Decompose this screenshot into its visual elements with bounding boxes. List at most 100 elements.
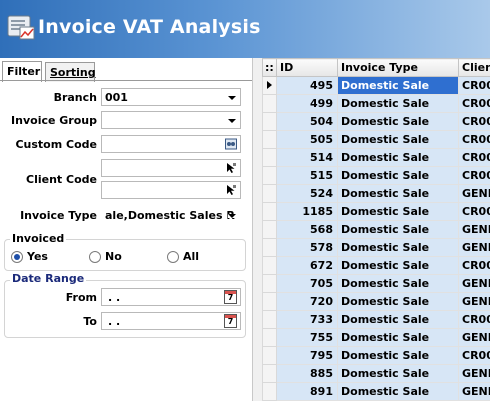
row-indicator[interactable] — [262, 184, 277, 203]
row-indicator[interactable] — [262, 112, 277, 131]
row-indicator[interactable] — [262, 256, 277, 275]
table-row[interactable]: 720Domestic SaleGENE — [262, 292, 490, 311]
invoice-group-select[interactable] — [101, 111, 241, 129]
cell-id[interactable]: 504 — [276, 112, 338, 131]
cell-invoice-type[interactable]: Domestic Sale — [337, 94, 459, 113]
table-row[interactable]: 795Domestic SaleCR00 — [262, 346, 490, 365]
cell-id[interactable]: 795 — [276, 346, 338, 365]
row-indicator[interactable] — [262, 364, 277, 383]
chevron-down-icon[interactable] — [228, 96, 236, 100]
cell-invoice-type[interactable]: Domestic Sale — [337, 148, 459, 167]
cell-id[interactable]: 505 — [276, 130, 338, 149]
cell-invoice-type[interactable]: Domestic Sale — [337, 184, 459, 203]
cell-client[interactable]: CR00 — [458, 310, 490, 329]
cell-invoice-type[interactable]: Domestic Sale — [337, 202, 459, 221]
row-indicator[interactable] — [262, 346, 277, 365]
table-row[interactable]: 733Domestic SaleCR00 — [262, 310, 490, 329]
cell-client[interactable]: GENE — [458, 184, 490, 203]
cell-invoice-type[interactable]: Domestic Sale — [337, 382, 459, 401]
table-row[interactable]: 891Domestic SaleGENE — [262, 382, 490, 401]
cell-client[interactable]: GENE — [458, 364, 490, 383]
cell-id[interactable]: 891 — [276, 382, 338, 401]
cell-client[interactable]: CR00 — [458, 346, 490, 365]
cell-id[interactable]: 705 — [276, 274, 338, 293]
row-indicator[interactable] — [262, 94, 277, 113]
row-indicator[interactable] — [262, 274, 277, 293]
cell-client[interactable]: CR00 — [458, 112, 490, 131]
cell-invoice-type[interactable]: Domestic Sale — [337, 310, 459, 329]
table-row[interactable]: 499Domestic SaleCR00 — [262, 94, 490, 113]
column-header-invoice-type[interactable]: Invoice Type — [337, 58, 459, 77]
cell-invoice-type[interactable]: Domestic Sale — [337, 274, 459, 293]
cell-invoice-type[interactable]: Domestic Sale — [337, 256, 459, 275]
cell-invoice-type[interactable]: Domestic Sale — [337, 328, 459, 347]
row-indicator[interactable] — [262, 130, 277, 149]
cell-id[interactable]: 720 — [276, 292, 338, 311]
invoiced-all-label[interactable]: All — [183, 250, 199, 263]
table-row[interactable]: 504Domestic SaleCR00 — [262, 112, 490, 131]
client-code-field-2[interactable] — [101, 181, 241, 199]
custom-code-field[interactable] — [101, 135, 241, 153]
grid-corner[interactable]: :: — [262, 58, 277, 77]
row-indicator[interactable] — [262, 148, 277, 167]
cell-client[interactable]: GENE — [458, 328, 490, 347]
table-row[interactable]: 568Domestic SaleGENE — [262, 220, 490, 239]
row-indicator[interactable] — [262, 76, 277, 95]
row-indicator[interactable] — [262, 292, 277, 311]
cell-client[interactable]: GENE — [458, 382, 490, 401]
table-row[interactable]: 705Domestic SaleGENE — [262, 274, 490, 293]
cell-invoice-type[interactable]: Domestic Sale — [337, 292, 459, 311]
cell-invoice-type[interactable]: Domestic Sale — [337, 220, 459, 239]
cell-client[interactable]: CR00 — [458, 76, 490, 95]
invoice-grid[interactable]: :: ID Invoice Type Client 495Domestic Sa… — [262, 58, 490, 401]
cell-id[interactable]: 495 — [276, 76, 338, 95]
to-date-field[interactable]: . . 7 — [101, 312, 241, 330]
pointer-icon[interactable] — [225, 162, 237, 174]
table-row[interactable]: 755Domestic SaleGENE — [262, 328, 490, 347]
table-row[interactable]: 495Domestic SaleCR00 — [262, 76, 490, 95]
cell-id[interactable]: 672 — [276, 256, 338, 275]
cell-client[interactable]: GENE — [458, 292, 490, 311]
cell-id[interactable]: 578 — [276, 238, 338, 257]
cell-id[interactable]: 1185 — [276, 202, 338, 221]
cell-client[interactable]: CR00 — [458, 202, 490, 221]
cell-client[interactable]: CR00 — [458, 94, 490, 113]
cell-id[interactable]: 499 — [276, 94, 338, 113]
row-indicator[interactable] — [262, 238, 277, 257]
from-date-field[interactable]: . . 7 — [101, 288, 241, 306]
invoiced-no-label[interactable]: No — [105, 250, 122, 263]
invoiced-yes-label[interactable]: Yes — [27, 250, 48, 263]
table-row[interactable]: 578Domestic SaleGENE — [262, 238, 490, 257]
row-indicator[interactable] — [262, 220, 277, 239]
chevron-down-icon[interactable] — [228, 214, 236, 218]
cell-invoice-type[interactable]: Domestic Sale — [337, 346, 459, 365]
binoculars-icon[interactable] — [225, 138, 237, 150]
table-row[interactable]: 515Domestic SaleCR00 — [262, 166, 490, 185]
table-row[interactable]: 885Domestic SaleGENE — [262, 364, 490, 383]
cell-client[interactable]: GENE — [458, 274, 490, 293]
cell-id[interactable]: 524 — [276, 184, 338, 203]
cell-invoice-type[interactable]: Domestic Sale — [337, 112, 459, 131]
cell-client[interactable]: CR00 — [458, 148, 490, 167]
cell-id[interactable]: 568 — [276, 220, 338, 239]
row-indicator[interactable] — [262, 166, 277, 185]
cell-id[interactable]: 885 — [276, 364, 338, 383]
client-code-field-1[interactable] — [101, 159, 241, 177]
tab-filter[interactable]: Filter — [2, 61, 42, 82]
splitter[interactable] — [252, 58, 262, 401]
column-header-id[interactable]: ID — [276, 58, 338, 77]
invoiced-all-radio[interactable] — [167, 251, 179, 263]
table-row[interactable]: 672Domestic SaleCR00 — [262, 256, 490, 275]
pointer-icon[interactable] — [225, 184, 237, 196]
table-row[interactable]: 524Domestic SaleGENE — [262, 184, 490, 203]
cell-client[interactable]: GENE — [458, 238, 490, 257]
calendar-icon[interactable]: 7 — [224, 290, 237, 304]
cell-invoice-type[interactable]: Domestic Sale — [337, 364, 459, 383]
invoiced-yes-radio[interactable] — [11, 251, 23, 263]
chevron-down-icon[interactable] — [228, 119, 236, 123]
cell-client[interactable]: CR00 — [458, 256, 490, 275]
cell-client[interactable]: GENE — [458, 220, 490, 239]
cell-client[interactable]: CR00 — [458, 130, 490, 149]
cell-invoice-type[interactable]: Domestic Sale — [337, 130, 459, 149]
table-row[interactable]: 1185Domestic SaleCR00 — [262, 202, 490, 221]
